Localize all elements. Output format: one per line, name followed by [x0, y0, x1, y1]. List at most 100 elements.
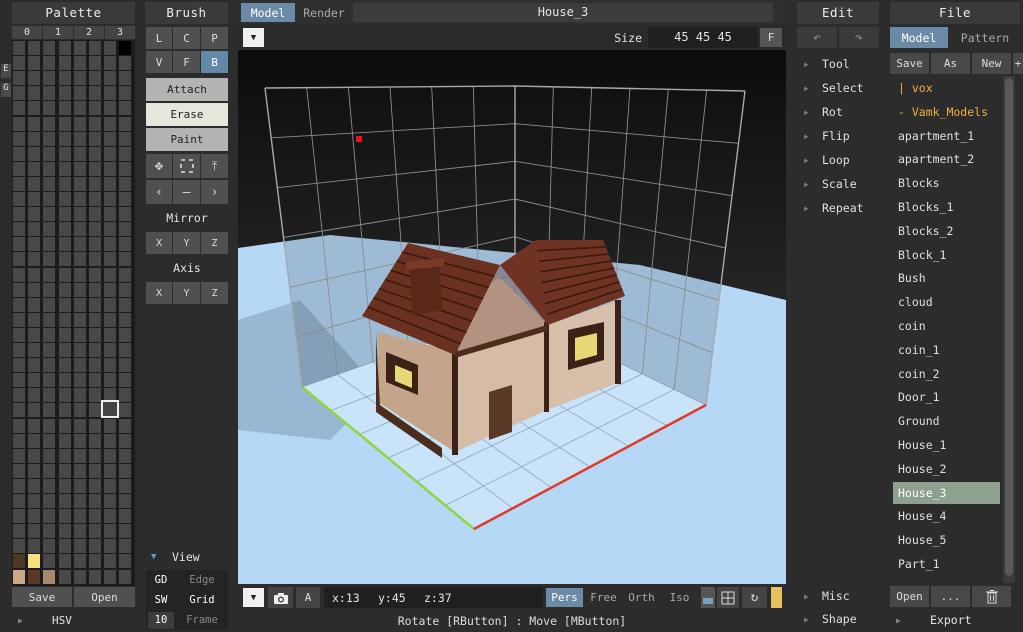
palette-swatch[interactable] [43, 237, 56, 252]
palette-swatch[interactable] [119, 71, 132, 86]
palette-swatch[interactable] [13, 237, 25, 252]
file-list-item[interactable]: coin_2 [893, 363, 1000, 385]
palette-swatch[interactable] [43, 176, 56, 191]
palette-swatch[interactable] [119, 418, 132, 433]
palette-swatch[interactable] [28, 373, 41, 388]
file-folder-item[interactable]: | vox [893, 77, 1000, 99]
palette-swatch[interactable] [73, 478, 86, 493]
palette-column-header[interactable]: 0 [12, 26, 42, 39]
palette-column-header[interactable]: 1 [43, 26, 73, 39]
menu-flip[interactable]: ▶ Flip [800, 125, 882, 147]
palette-swatch[interactable] [43, 41, 56, 55]
palette-swatch[interactable] [73, 267, 86, 282]
brush-mode-v[interactable]: V [146, 51, 172, 73]
palette-swatch[interactable] [89, 267, 101, 282]
palette-swatch[interactable] [104, 448, 117, 463]
palette-swatch[interactable] [43, 56, 56, 71]
file-list-item[interactable]: cloud [893, 291, 1000, 313]
palette-swatch[interactable] [89, 569, 101, 584]
palette-swatch[interactable] [58, 358, 71, 373]
palette-swatch[interactable] [89, 56, 101, 71]
palette-swatch[interactable] [89, 494, 101, 508]
palette-swatch[interactable] [13, 86, 25, 101]
palette-swatch[interactable] [119, 554, 132, 569]
palette-swatch[interactable] [89, 539, 101, 554]
palette-save-button[interactable]: Save [12, 587, 72, 607]
grid-toggle[interactable]: Grid [178, 592, 226, 609]
brush-mode-c[interactable]: C [173, 27, 200, 49]
palette-swatch[interactable] [104, 524, 117, 539]
palette-swatch[interactable] [13, 418, 25, 433]
palette-column-header[interactable]: 2 [74, 26, 104, 39]
file-tab-model[interactable]: Model [890, 27, 948, 48]
palette-swatch[interactable] [28, 222, 41, 237]
palette-swatch[interactable] [119, 569, 132, 584]
file-list-item[interactable]: Blocks_2 [893, 220, 1000, 242]
palette-swatch[interactable] [58, 207, 71, 222]
brush-mode-f[interactable]: F [173, 51, 200, 73]
viewport-3d[interactable] [238, 50, 786, 584]
palette-swatch[interactable] [73, 388, 86, 403]
chevron-right-icon[interactable]: › [201, 180, 228, 204]
palette-swatch[interactable] [28, 494, 41, 508]
palette-swatch[interactable] [58, 86, 71, 101]
palette-swatch[interactable] [73, 343, 86, 357]
file-list-item[interactable]: House_3 [893, 481, 1000, 504]
palette-swatch[interactable] [13, 539, 25, 554]
palette-swatch[interactable] [119, 509, 132, 524]
mirror-z-button[interactable]: Z [201, 232, 228, 254]
palette-swatch[interactable] [58, 192, 71, 206]
palette-swatch[interactable] [13, 101, 25, 116]
palette-swatch[interactable] [104, 569, 117, 584]
palette-swatch[interactable] [43, 554, 56, 569]
palette-swatch[interactable] [89, 101, 101, 116]
palette-swatch[interactable] [89, 358, 101, 373]
palette-swatch[interactable] [43, 463, 56, 478]
palette-swatch[interactable] [28, 267, 41, 282]
palette-swatch[interactable] [43, 494, 56, 508]
palette-swatch[interactable] [104, 463, 117, 478]
palette-swatch[interactable] [73, 312, 86, 327]
file-list-item[interactable]: apartment_1 [893, 125, 1000, 147]
palette-swatch[interactable] [89, 403, 101, 418]
palette-swatch[interactable] [58, 222, 71, 237]
projection-orth[interactable]: Orth [623, 588, 660, 607]
palette-swatch[interactable] [28, 312, 41, 327]
palette-swatch[interactable] [89, 252, 101, 267]
palette-swatch[interactable] [73, 207, 86, 222]
palette-side-tab-g[interactable]: G [1, 83, 11, 97]
minus-icon[interactable]: — [173, 180, 200, 204]
palette-swatch[interactable] [89, 282, 101, 297]
palette-swatch[interactable] [104, 358, 117, 373]
palette-swatch[interactable] [119, 41, 132, 55]
palette-swatch[interactable] [104, 161, 117, 176]
palette-swatch[interactable] [89, 524, 101, 539]
palette-swatch[interactable] [73, 524, 86, 539]
file-list-item[interactable]: Blocks [893, 172, 1000, 194]
palette-swatch[interactable] [101, 400, 120, 419]
file-list-item[interactable]: House_1 [893, 434, 1000, 456]
a-button[interactable]: A [296, 587, 320, 608]
file-list-item[interactable]: Blocks_1 [893, 196, 1000, 218]
palette-swatch[interactable] [43, 297, 56, 312]
palette-swatch[interactable] [28, 539, 41, 554]
hsv-toggle[interactable]: ▶ HSV [12, 611, 135, 629]
file-list-item[interactable]: Door_1 [893, 386, 1000, 408]
palette-swatch[interactable] [119, 373, 132, 388]
palette-swatch[interactable] [73, 41, 86, 55]
palette-swatch[interactable] [58, 494, 71, 508]
palette-swatch[interactable] [43, 524, 56, 539]
palette-swatch[interactable] [73, 71, 86, 86]
redo-icon[interactable]: ↷ [839, 27, 879, 48]
palette-swatch[interactable] [43, 71, 56, 86]
size-input[interactable]: 45 45 45 [648, 27, 758, 48]
palette-swatch[interactable] [104, 41, 117, 55]
palette-swatch[interactable] [58, 418, 71, 433]
palette-swatch[interactable] [28, 237, 41, 252]
palette-swatch[interactable] [73, 327, 86, 342]
palette-swatch[interactable] [104, 131, 117, 146]
palette-swatch[interactable] [89, 116, 101, 131]
menu-tool[interactable]: ▶ Tool [800, 53, 882, 75]
palette-swatch[interactable] [58, 433, 71, 448]
palette-swatch[interactable] [58, 448, 71, 463]
